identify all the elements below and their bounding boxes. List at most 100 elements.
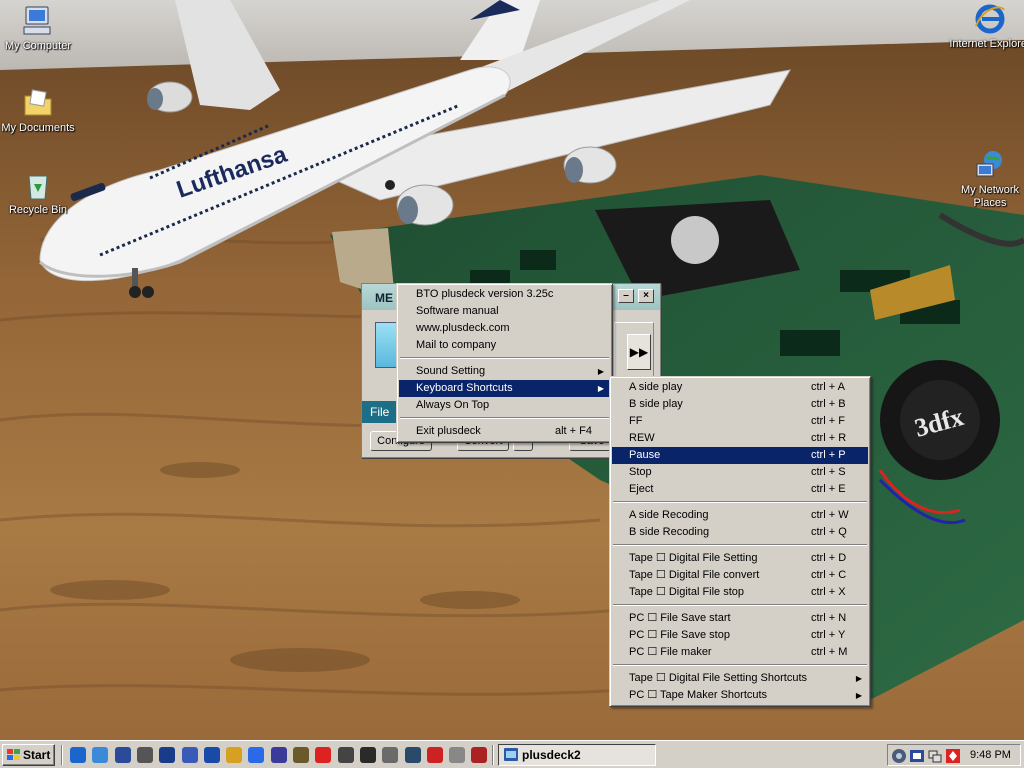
menu-item-exit-plusdeck[interactable]: Exit plusdeck alt + F4 <box>399 423 610 440</box>
app-icon-3[interactable] <box>181 747 198 763</box>
minimize-button[interactable]: – <box>618 289 634 303</box>
menu-item-tape-digital-file-setting[interactable]: Tape ☐ Digital File Setting ctrl + D <box>612 550 868 567</box>
menu-item-pause[interactable]: Pause ctrl + P <box>612 447 868 464</box>
menu-item-b-side-play[interactable]: B side play ctrl + B <box>612 396 868 413</box>
keyboard-shortcuts-submenu: A side play ctrl + A B side play ctrl + B FF… <box>609 376 871 707</box>
menu-item-pc-file-save-stop[interactable]: PC ☐ File Save stop ctrl + Y <box>612 627 868 644</box>
menu-item-tape-digital-file-setting-shortcuts[interactable]: Tape ☐ Digital File Setting Shortcuts ▶ <box>612 670 868 687</box>
messenger-icon[interactable] <box>909 748 925 764</box>
app-icon-6[interactable] <box>248 747 265 763</box>
menu-item-label: REW <box>629 432 655 444</box>
app-icon-9[interactable] <box>315 747 332 763</box>
app-icon-16[interactable] <box>471 747 488 763</box>
menu-item-label: Tape ☐ Digital File Setting Shortcuts <box>629 672 807 684</box>
menu-item-sound-setting[interactable]: Sound Setting ▶ <box>399 363 610 380</box>
menu-separator <box>399 354 610 363</box>
menu-item-stop[interactable]: Stop ctrl + S <box>612 464 868 481</box>
desktop-icon-recycle-bin[interactable]: Recycle Bin <box>0 168 80 217</box>
menu-item-pc-file-maker[interactable]: PC ☐ File maker ctrl + M <box>612 644 868 661</box>
windows-logo-icon <box>7 749 20 760</box>
ie-icon[interactable] <box>70 747 86 763</box>
menu-item-label: FF <box>629 415 643 427</box>
security-icon[interactable] <box>945 748 961 764</box>
menu-item-shortcut: alt + F4 <box>555 425 592 437</box>
menu-item-a-side-recoding[interactable]: A side Recoding ctrl + W <box>612 507 868 524</box>
desktop-icon-label: My Documents <box>1 122 75 134</box>
menu-item-shortcut: ctrl + N <box>811 612 847 624</box>
desktop-icon-my-computer[interactable]: My Computer <box>0 4 80 53</box>
app-icon-12[interactable] <box>382 747 399 763</box>
menu-item-label: Stop <box>629 466 652 478</box>
plusdeck-context-menu: BTO plusdeck version 3.25c Software manua… <box>396 283 613 443</box>
menu-item-keyboard-shortcuts[interactable]: Keyboard Shortcuts ▶ <box>399 380 610 397</box>
menu-item-label: PC ☐ File Save stop <box>629 629 730 641</box>
menu-separator <box>612 498 868 507</box>
desktop-icon-internet-explorer[interactable]: Internet Explorer <box>948 2 1024 51</box>
close-icon: × <box>643 290 649 301</box>
system-tray: 9:48 PM <box>887 744 1021 766</box>
menu-item-label: A side play <box>629 381 683 393</box>
menu-item-mail-to-company[interactable]: Mail to company <box>399 337 610 354</box>
menu-item-label: B side Recoding <box>629 526 710 538</box>
menu-item-label: Pause <box>629 449 661 461</box>
menu-item-tape-digital-file-stop[interactable]: Tape ☐ Digital File stop ctrl + X <box>612 584 868 601</box>
menu-item-ff[interactable]: FF ctrl + F <box>612 413 868 430</box>
submenu-arrow-icon: ▶ <box>855 691 862 700</box>
app-icon-7[interactable] <box>270 747 287 763</box>
start-button[interactable]: Start <box>2 744 55 766</box>
desktop-icon-label: My Computer <box>4 40 72 52</box>
menu-item-a-side-play[interactable]: A side play ctrl + A <box>612 379 868 396</box>
app-icon-11[interactable] <box>359 747 376 763</box>
app-icon-15[interactable] <box>449 747 466 763</box>
outlook-express-icon[interactable] <box>92 747 109 763</box>
desktop-icon-my-network-places[interactable]: My Network Places <box>948 148 1024 210</box>
my-computer-icon <box>23 6 51 35</box>
app-icon-13[interactable] <box>404 747 421 763</box>
network-places-icon <box>976 151 1002 177</box>
app-icon-4[interactable] <box>203 747 220 763</box>
fast-forward-button[interactable]: ▶▶ <box>627 334 651 370</box>
folder-icon <box>24 89 52 116</box>
app-icon-10[interactable] <box>337 747 354 763</box>
menu-item-shortcut: ctrl + A <box>811 381 845 393</box>
menu-item-bto-plusdeck-version-3-25c[interactable]: BTO plusdeck version 3.25c <box>399 286 610 303</box>
menu-item-www-plusdeck-com[interactable]: www.plusdeck.com <box>399 320 610 337</box>
app-icon-14[interactable] <box>426 747 443 763</box>
desktop-icon-label: Recycle Bin <box>8 204 68 216</box>
app-icon-5[interactable] <box>226 747 243 763</box>
menu-item-shortcut: ctrl + D <box>811 552 847 564</box>
menu-item-b-side-recoding[interactable]: B side Recoding ctrl + Q <box>612 524 868 541</box>
menu-item-pc-tape-maker-shortcuts[interactable]: PC ☐ Tape Maker Shortcuts ▶ <box>612 687 868 704</box>
menu-item-label: Mail to company <box>416 339 497 351</box>
network-icon[interactable] <box>927 748 943 764</box>
app-icon-2[interactable] <box>159 747 176 763</box>
minimize-icon: – <box>623 290 629 301</box>
menu-item-label: Always On Top <box>416 399 490 411</box>
menu-item-label: Tape ☐ Digital File convert <box>629 569 760 581</box>
menu-item-shortcut: ctrl + F <box>811 415 845 427</box>
menu-item-label: PC ☐ Tape Maker Shortcuts <box>629 689 768 701</box>
app-icon-8[interactable] <box>293 747 309 763</box>
menu-item-eject[interactable]: Eject ctrl + E <box>612 481 868 498</box>
menu-item-tape-digital-file-convert[interactable]: Tape ☐ Digital File convert ctrl + C <box>612 567 868 584</box>
menu-item-shortcut: ctrl + Q <box>811 526 847 538</box>
taskbar-button-label: plusdeck2 <box>522 748 581 762</box>
desktop-icon-my-documents[interactable]: My Documents <box>0 86 80 135</box>
menu-item-label: B side play <box>629 398 683 410</box>
menu-item-label: Tape ☐ Digital File Setting <box>629 552 758 564</box>
plusdeck-app-icon <box>504 748 518 761</box>
volume-icon[interactable] <box>891 748 907 764</box>
fast-forward-icon: ▶▶ <box>629 345 649 359</box>
app-icon-1[interactable] <box>136 747 153 763</box>
submenu-arrow-icon: ▶ <box>597 384 604 393</box>
taskbar-button-plusdeck2[interactable]: plusdeck2 <box>498 744 656 766</box>
media-player-icon[interactable] <box>114 747 131 763</box>
menu-item-label: Eject <box>629 483 654 495</box>
menu-item-always-on-top[interactable]: Always On Top <box>399 397 610 414</box>
close-button[interactable]: × <box>638 289 654 303</box>
menu-item-software-manual[interactable]: Software manual <box>399 303 610 320</box>
recycle-bin-icon <box>28 175 48 200</box>
desktop-icon-label: Internet Explorer <box>949 38 1024 50</box>
menu-item-rew[interactable]: REW ctrl + R <box>612 430 868 447</box>
menu-item-pc-file-save-start[interactable]: PC ☐ File Save start ctrl + N <box>612 610 868 627</box>
